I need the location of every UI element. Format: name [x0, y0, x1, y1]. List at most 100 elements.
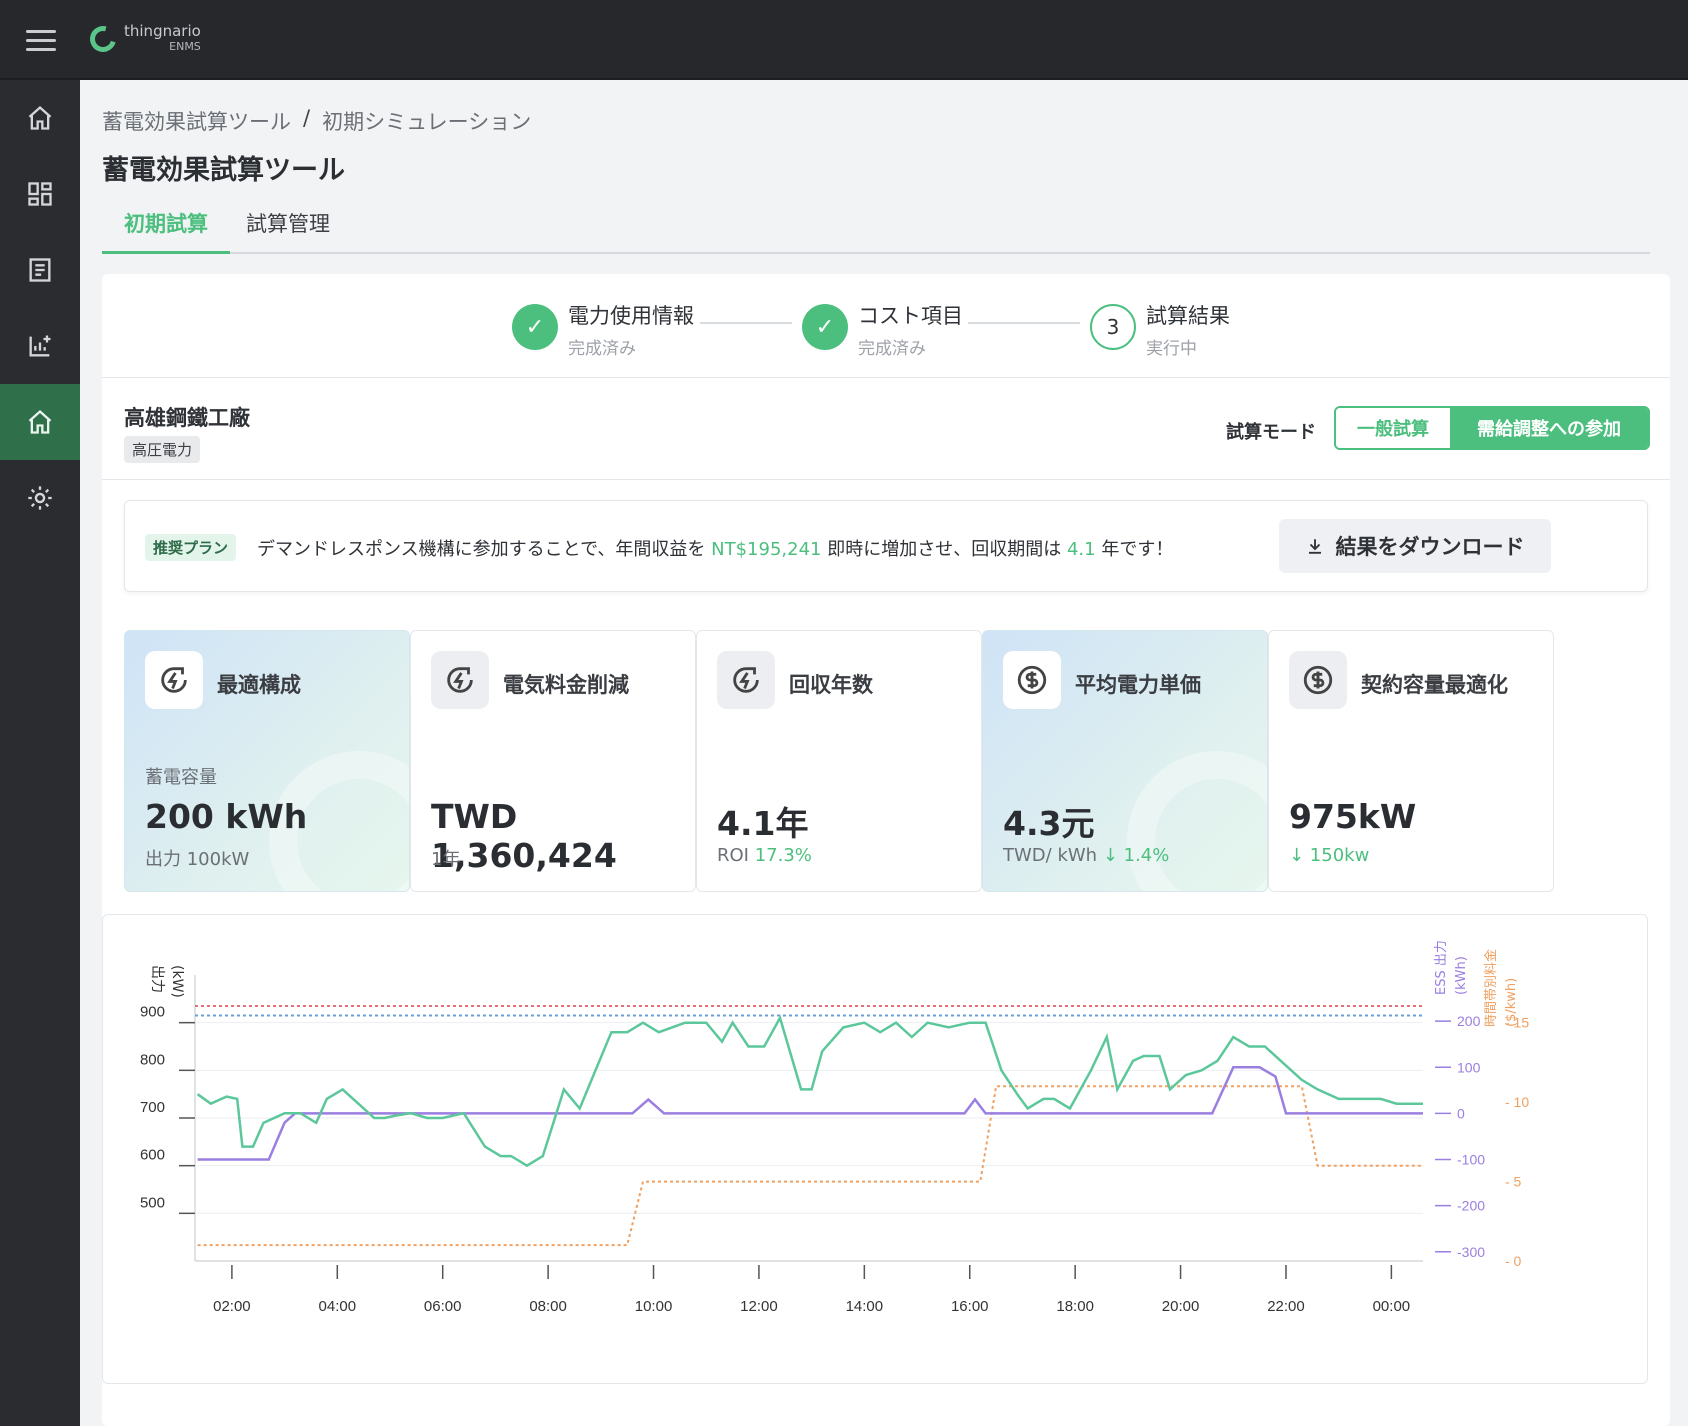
home-icon [28, 105, 52, 130]
logo-text: thingnario [124, 22, 201, 40]
rec-text-1: デマンドレスポンス機構に参加することで、年間収益を [257, 539, 706, 560]
home-active-icon [28, 409, 52, 434]
download-label: 結果をダウンロード [1335, 535, 1525, 559]
document-icon [29, 258, 51, 282]
x-tick-label: 16:00 [951, 1298, 989, 1315]
mode-toggle: 一般試算 需給調整への参加 [1334, 406, 1650, 450]
x-tick-label: 22:00 [1267, 1298, 1305, 1315]
ess-series-line [197, 1066, 1423, 1161]
kpi-card-bill-reduction[interactable]: 電気料金削減 TWD 1,360,424 1年 [410, 630, 696, 892]
site-header: 高雄鋼鐵工廠 高圧電力 試算モード 一般試算 需給調整への参加 [102, 378, 1670, 480]
breadcrumb-root[interactable]: 蓄電効果試算ツール [102, 106, 291, 136]
y-right2-axis-unit: ($/kwh) [1504, 978, 1519, 1027]
sidebar-item-reports[interactable] [0, 232, 80, 308]
y-left-tick-label: 900 [140, 1004, 165, 1021]
x-tick-label: 06:00 [424, 1298, 462, 1315]
hamburger-menu-icon[interactable] [26, 30, 56, 52]
kpi-title: 平均電力単価 [1075, 673, 1201, 697]
download-button[interactable]: 結果をダウンロード [1279, 519, 1551, 573]
y-right2-tick-label: - 5 [1505, 1174, 1522, 1190]
stepper: ✓ 電力使用情報 完成済み ✓ コスト項目 完成済み 3 試算結果 実行中 [102, 274, 1670, 378]
tab-estimate-management[interactable]: 試算管理 [224, 206, 352, 254]
rec-text-3: 年です！ [1101, 539, 1174, 560]
load-chart: 500 600 700 800 900 -300 -200 -100 0 100 200 - 0 - 5… [102, 914, 1648, 1384]
sidebar-item-home[interactable] [0, 80, 80, 156]
step-power-usage[interactable]: ✓ 電力使用情報 完成済み [512, 300, 694, 359]
kpi-value: 200 kWh [145, 797, 308, 836]
y-right2-tick-label: - 10 [1505, 1094, 1529, 1110]
x-tick-label: 08:00 [529, 1298, 567, 1315]
download-icon [1308, 539, 1321, 554]
kpi-value: 975kW [1289, 797, 1417, 836]
contract-type-badge: 高圧電力 [124, 436, 201, 463]
y-right1-tick-label: -200 [1457, 1198, 1485, 1214]
energy-icon [431, 651, 489, 709]
kpi-card-payback-years[interactable]: 回収年数 4.1年 ROI 17.3% [696, 630, 982, 892]
recommendation-tag: 推奨プラン [145, 534, 237, 561]
kpi-footnote: TWD/ kWh ↓ 1.4% [1003, 845, 1169, 866]
recommendation-banner: 推奨プラン デマンドレスポンス機構に参加することで、年間収益を NT$195,2… [124, 500, 1648, 592]
mode-option-general[interactable]: 一般試算 [1336, 408, 1450, 448]
step-status: 実行中 [1146, 339, 1197, 359]
dashboard-icon [28, 182, 52, 206]
step-connector [700, 322, 792, 324]
sidebar-item-storage-tool[interactable] [0, 384, 80, 460]
x-tick-label: 10:00 [635, 1298, 673, 1315]
x-tick-label: 00:00 [1373, 1298, 1411, 1315]
tab-initial-estimate[interactable]: 初期試算 [102, 206, 230, 254]
kpi-title: 電気料金削減 [503, 673, 629, 697]
y-right1-tick-label: -100 [1457, 1152, 1485, 1168]
recommendation-message: デマンドレスポンス機構に参加することで、年間収益を NT$195,241 即時に… [257, 535, 1173, 561]
kpi-title: 契約容量最適化 [1361, 673, 1508, 697]
step-status: 完成済み [568, 339, 636, 359]
step-number: 3 [1090, 304, 1136, 350]
breadcrumb-current: 初期シミュレーション [322, 110, 532, 134]
y-right1-tick-label: 200 [1457, 1013, 1481, 1029]
x-tick-label: 18:00 [1056, 1298, 1094, 1315]
kpi-card-optimal-config[interactable]: 最適構成 蓄電容量 200 kWh 出力 100kW [124, 630, 410, 892]
x-tick-label: 12:00 [740, 1298, 778, 1315]
rec-payback: 4.1 [1066, 539, 1096, 560]
y-right1-axis-title: ESS 出力 [1434, 940, 1449, 995]
x-tick-label: 04:00 [319, 1298, 357, 1315]
kpi-title: 回収年数 [789, 673, 873, 697]
energy-icon [145, 651, 203, 709]
rec-text-2: 即時に増加させ、回収期間は [827, 539, 1062, 560]
dollar-icon [1289, 651, 1347, 709]
change-value: ↓ 150kw [1289, 845, 1370, 866]
sidebar-item-settings[interactable] [0, 460, 80, 536]
dollar-icon [1003, 651, 1061, 709]
kpi-footnote: ROI 17.3% [717, 845, 812, 866]
step-result[interactable]: 3 試算結果 実行中 [1090, 300, 1230, 359]
roi-value: 17.3% [754, 845, 812, 866]
step-cost-items[interactable]: ✓ コスト項目 完成済み [802, 300, 963, 359]
kpi-footnote: 出力 100kW [145, 849, 250, 870]
result-panel: ✓ 電力使用情報 完成済み ✓ コスト項目 完成済み 3 試算結果 実行中 高雄鋼鐵工… [102, 274, 1670, 1426]
kpi-card-avg-unit-price[interactable]: 平均電力単価 4.3元 TWD/ kWh ↓ 1.4% [982, 630, 1268, 892]
app-logo[interactable]: thingnario ENMS [85, 21, 201, 57]
page-title: 蓄電効果試算ツール [102, 155, 345, 186]
site-name: 高雄鋼鐵工廠 [124, 406, 250, 430]
step-connector [968, 322, 1080, 324]
x-tick-label: 20:00 [1162, 1298, 1200, 1315]
top-bar: thingnario ENMS [0, 0, 1688, 80]
y-left-axis-title: 出力 [149, 965, 165, 993]
sidebar-item-analytics[interactable] [0, 308, 80, 384]
main-content: 蓄電効果試算ツール / 初期シミュレーション 蓄電効果試算ツール 初期試算 試算… [80, 80, 1688, 1426]
rec-revenue: NT$195,241 [711, 539, 822, 560]
kpi-card-contract-capacity[interactable]: 契約容量最適化 975kW ↓ 150kw [1268, 630, 1554, 892]
logo-mark-icon [85, 21, 121, 57]
y-left-tick-label: 800 [140, 1051, 165, 1068]
card-decoration [1127, 751, 1267, 891]
kpi-subtitle: 蓄電容量 [145, 767, 217, 788]
x-tick-label: 02:00 [213, 1298, 251, 1315]
check-icon: ✓ [802, 304, 848, 350]
y-left-tick-label: 600 [140, 1147, 165, 1164]
mode-option-demand-response[interactable]: 需給調整への参加 [1450, 408, 1648, 448]
tab-bar: 初期試算 試算管理 [102, 206, 1650, 254]
kpi-footnote: ↓ 150kw [1289, 845, 1369, 866]
y-left-axis-unit: (kW) [169, 965, 185, 998]
y-right1-tick-label: 100 [1457, 1059, 1481, 1075]
sidebar-item-dashboard[interactable] [0, 156, 80, 232]
kpi-title: 最適構成 [217, 673, 301, 697]
